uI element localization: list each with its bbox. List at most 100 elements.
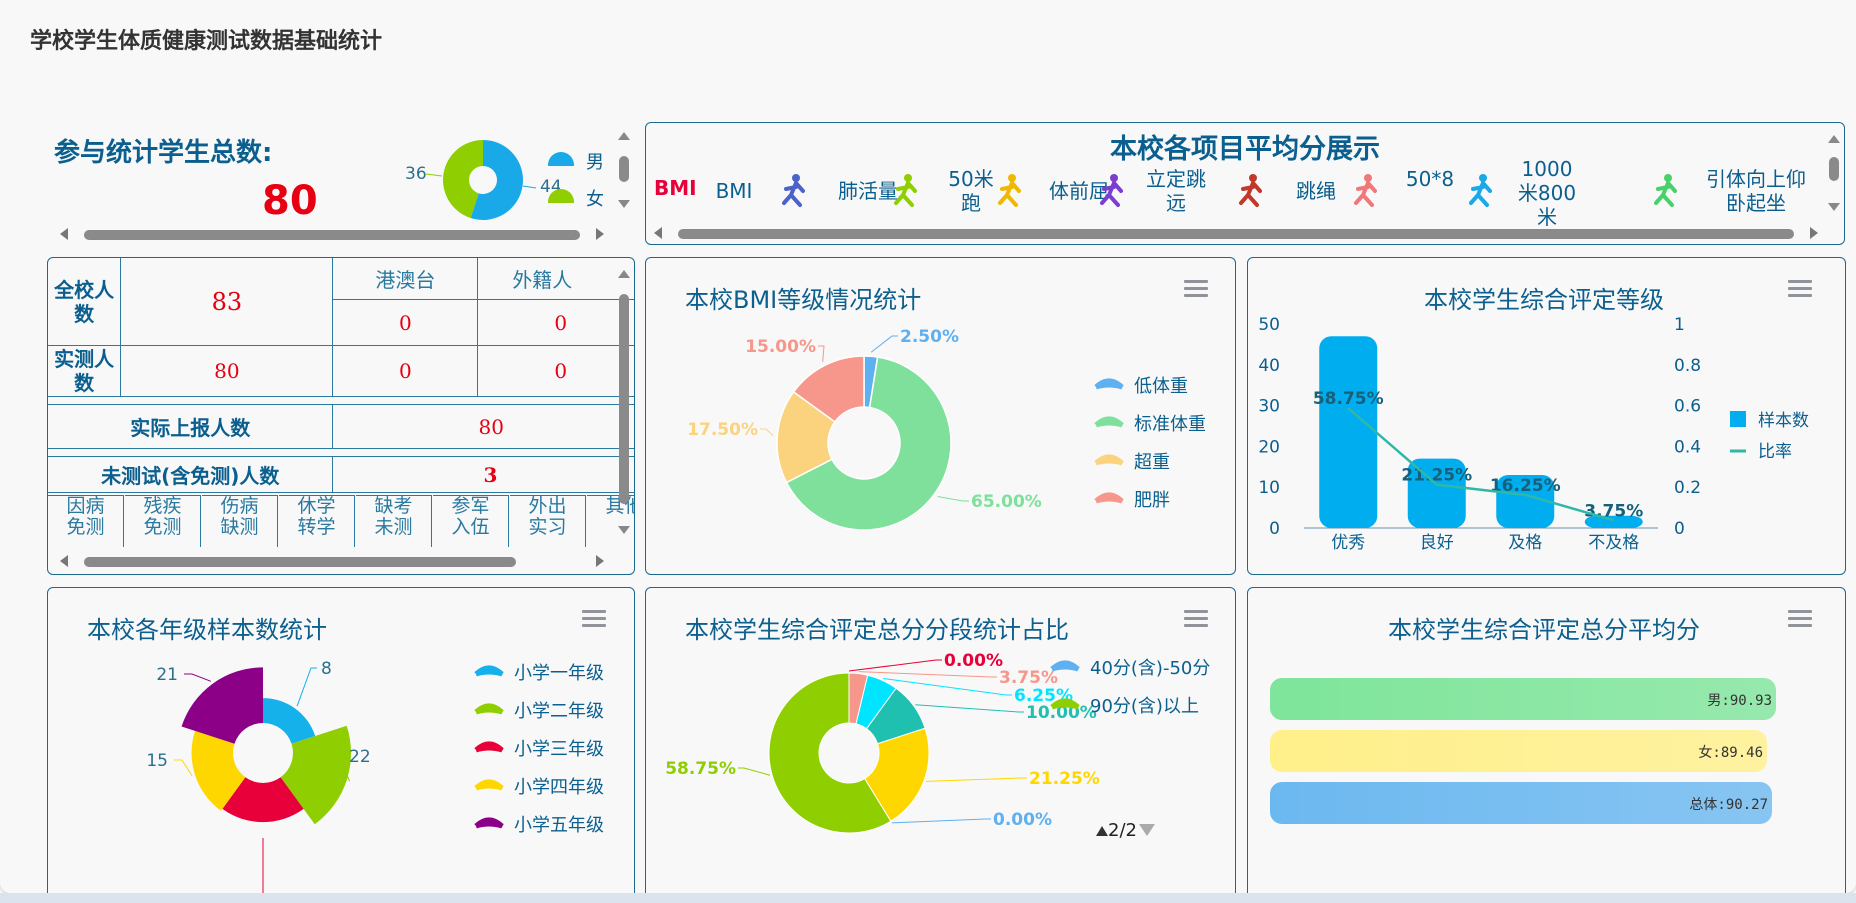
reason-cell: 缺考未测 (356, 495, 432, 547)
reason-cell: 休学转学 (279, 495, 355, 547)
scroll-right-icon[interactable] (1810, 227, 1818, 239)
y2-tick-label: 0.6 (1674, 397, 1701, 417)
bmi-legend-3[interactable]: 肥胖 (1094, 490, 1170, 511)
bmi-value-label: 2.50% (900, 327, 959, 347)
legend-swatch (1730, 411, 1746, 427)
bmi-leader-line (937, 495, 969, 502)
rate-label: 58.75% (1313, 389, 1384, 409)
bmi-legend-2[interactable]: 超重 (1094, 452, 1170, 473)
pager-prev-icon[interactable] (1096, 826, 1108, 836)
average-item-label: 50*8 (1405, 167, 1455, 191)
scroll-left-icon[interactable] (60, 555, 68, 567)
scroll-thumb[interactable] (84, 230, 580, 240)
score-leader-line (915, 704, 1024, 713)
reported-label: 实际上报人数 (48, 404, 334, 449)
bmi-icon: BMI (652, 167, 697, 211)
legend-female-label: 女 (586, 189, 604, 210)
legend-sample-count[interactable]: 样本数 (1730, 411, 1809, 431)
y-tick-label: 20 (1258, 437, 1280, 457)
total-label: 参与统计学生总数: (54, 138, 273, 168)
scroll-down-icon[interactable] (618, 200, 630, 208)
bmi-legend-1[interactable]: 标准体重 (1094, 414, 1206, 435)
counts-vscroll[interactable] (616, 264, 632, 534)
year-legend-1[interactable]: 小学二年级 (474, 701, 604, 722)
legend-male-label: 男 (586, 152, 604, 173)
year-legend-0[interactable]: 小学一年级 (474, 663, 604, 684)
female-count-label: 36 (405, 164, 427, 184)
grade-bar-chart: 0 10 20 30 40 50 0 0.2 0.4 0.6 0.8 1 优秀 58.75% 良好 21.25… (1258, 315, 1809, 553)
legend-swatch (1050, 660, 1080, 672)
bmi-leader-line (818, 345, 825, 362)
bmi-legend-0[interactable]: 低体重 (1094, 376, 1188, 397)
jump-icon (1092, 167, 1136, 211)
averages-hscroll[interactable] (646, 223, 1826, 243)
scroll-up-icon[interactable] (618, 270, 630, 278)
score-value-label: 3.75% (999, 668, 1058, 688)
year-panel: 本校各年级样本数统计 822141521小学一年级小学二年级小学三年级小学四年级… (47, 587, 635, 893)
legend-label: 样本数 (1758, 411, 1809, 431)
total-panel-vscroll[interactable] (616, 130, 632, 210)
avg-panel-title: 本校学生综合评定总分平均分 (1388, 616, 1700, 644)
scroll-down-icon[interactable] (618, 526, 630, 534)
year-value-label: 15 (146, 751, 168, 771)
legend-male[interactable]: 男 (548, 148, 618, 173)
y2-tick-label: 0.4 (1674, 437, 1701, 457)
scroll-thumb[interactable] (619, 294, 629, 504)
avg-bar-label: 总体:90.27 (1689, 797, 1768, 813)
average-item-label: BMI (715, 179, 753, 203)
avg-bar-1[interactable] (1270, 730, 1767, 772)
average-item-label: 引体向上仰卧起坐 (1706, 167, 1806, 215)
legend-swatch (1094, 378, 1124, 390)
x-tick-label: 良好 (1420, 533, 1454, 553)
legend-label: 小学一年级 (514, 663, 604, 684)
score-pie-chart: 0.00%3.75%6.25%10.00%21.25%0.00%58.75%40… (665, 651, 1210, 834)
tested-value: 80 (120, 345, 334, 397)
score-leader-line (883, 678, 1012, 696)
scroll-thumb[interactable] (678, 229, 1794, 239)
untested-reasons-row: 因病免测残疾免测伤病缺测休学转学缺考未测参军入伍外出实习其他 (48, 495, 634, 547)
average-item-label: 跳绳 (1296, 179, 1336, 203)
scroll-up-icon[interactable] (1828, 135, 1840, 143)
year-slice-0[interactable] (263, 698, 316, 744)
scroll-right-icon[interactable] (596, 555, 604, 567)
legend-swatch (474, 779, 504, 791)
reason-cell: 参军入伍 (433, 495, 509, 547)
scroll-right-icon[interactable] (596, 228, 604, 240)
averages-vscroll[interactable] (1826, 127, 1842, 211)
bottom-strip (0, 893, 1856, 903)
scroll-thumb[interactable] (84, 557, 516, 567)
scroll-up-icon[interactable] (618, 132, 630, 140)
total-panel-hscroll[interactable] (52, 224, 612, 244)
legend-female[interactable]: 女 (548, 185, 618, 210)
scroll-thumb[interactable] (619, 156, 629, 182)
score-legend-0[interactable]: 40分(含)-50分 (1050, 658, 1210, 679)
male-leader-line (522, 185, 537, 189)
y-tick-label: 50 (1258, 315, 1280, 335)
grade-bar-0[interactable] (1319, 336, 1378, 528)
counts-hscroll[interactable] (48, 551, 616, 571)
score-leader-line (848, 659, 942, 672)
female-leader-line (425, 173, 443, 177)
scroll-left-icon[interactable] (654, 227, 662, 239)
score-leader-line (858, 671, 997, 678)
long-run-icon (1461, 167, 1505, 211)
x-tick-label: 不及格 (1588, 533, 1639, 553)
year-slice-4[interactable] (181, 667, 263, 744)
pager-next-icon[interactable] (1138, 824, 1155, 836)
reason-cell: 残疾免测 (125, 495, 201, 547)
year-legend-3[interactable]: 小学四年级 (474, 777, 604, 798)
pullup-icon (1646, 167, 1690, 211)
menu-icon[interactable] (1788, 610, 1812, 630)
year-legend-2[interactable]: 小学三年级 (474, 739, 604, 760)
scroll-down-icon[interactable] (1828, 203, 1840, 211)
avg-bar-0[interactable] (1270, 678, 1776, 720)
year-legend-4[interactable]: 小学五年级 (474, 815, 604, 836)
scroll-thumb[interactable] (1829, 157, 1839, 181)
bmi-value-label: 65.00% (971, 492, 1042, 512)
scroll-left-icon[interactable] (60, 228, 68, 240)
untested-value: 3 (332, 456, 634, 493)
legend-rate[interactable]: 比率 (1730, 442, 1792, 462)
legend-label: 小学三年级 (514, 739, 604, 760)
rate-line[interactable] (1347, 407, 1615, 522)
legend-swatch (474, 703, 504, 715)
